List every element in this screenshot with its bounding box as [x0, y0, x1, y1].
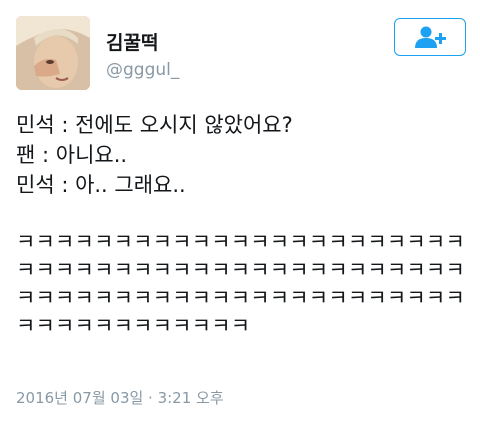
tweet-line-3: 민석 : 아.. 그래요..: [16, 173, 186, 197]
follow-button[interactable]: [394, 18, 466, 56]
tweet-line-2: 팬 : 아니요..: [16, 143, 128, 167]
user-handle[interactable]: @gggul_: [106, 60, 179, 80]
avatar-image: [16, 16, 90, 90]
avatar[interactable]: [16, 16, 90, 90]
display-name[interactable]: 김꿀떡: [106, 32, 158, 54]
tweet-text: 민석 : 전에도 오시지 않았어요? 팬 : 아니요.. 민석 : 아.. 그래…: [16, 110, 471, 200]
tweet-line-1: 민석 : 전에도 오시지 않았어요?: [16, 113, 293, 137]
add-user-icon: [415, 26, 446, 48]
tweet-timestamp[interactable]: 2016년 07월 03일 · 3:21 오후: [16, 389, 224, 407]
tweet-laugh-text: ㅋㅋㅋㅋㅋㅋㅋㅋㅋㅋㅋㅋㅋㅋㅋㅋㅋㅋㅋㅋㅋㅋㅋㅋㅋㅋㅋㅋㅋㅋㅋㅋㅋㅋㅋㅋㅋㅋㅋㅋ…: [16, 230, 465, 338]
tweet-header: 김꿀떡 @gggul_: [0, 0, 480, 100]
